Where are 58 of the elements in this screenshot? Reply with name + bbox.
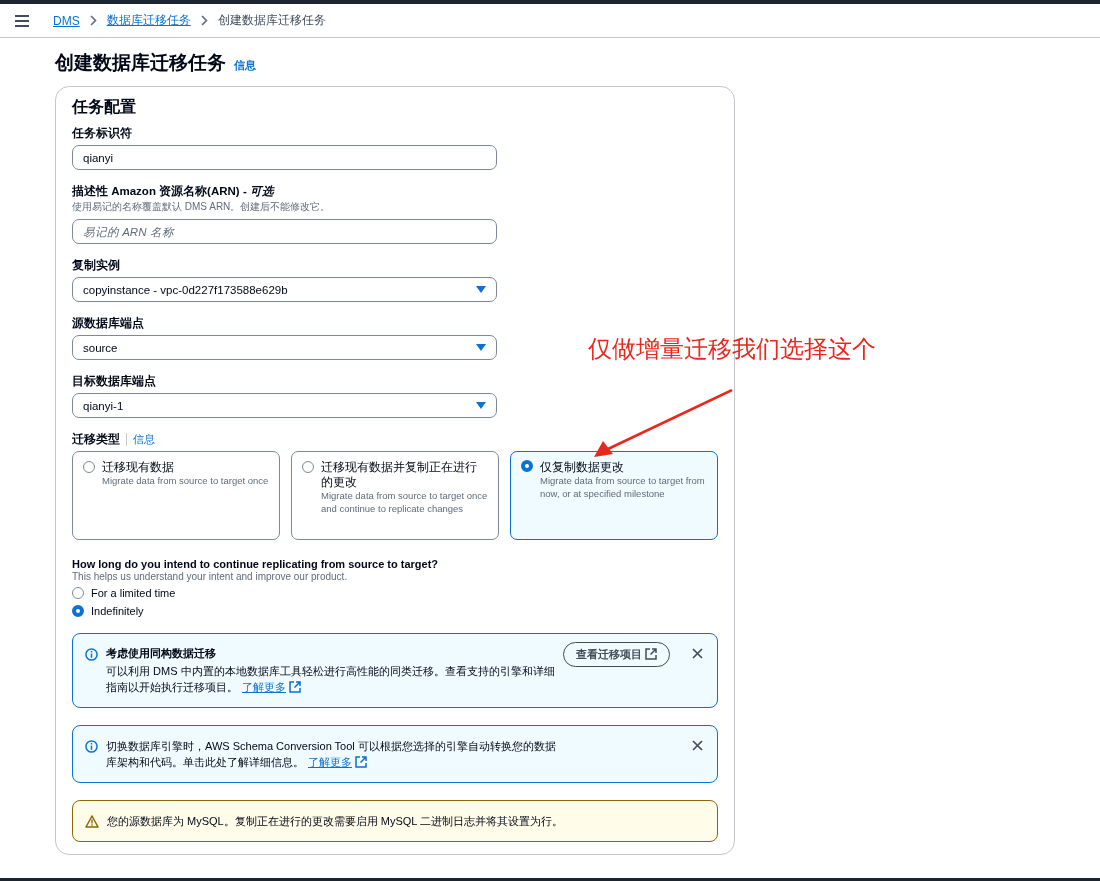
info-link[interactable]: 信息	[133, 432, 155, 447]
alert-title: 考虑使用同构数据迁移	[106, 646, 217, 661]
alert-text: 您的源数据库为 MySQL。复制正在进行的更改需要启用 MySQL 二进制日志并将其设置为行。	[107, 814, 565, 829]
input-field[interactable]: 易记的 ARN 名称	[72, 219, 497, 244]
radio-button	[521, 460, 533, 472]
learn-more-link[interactable]: 了解更多	[242, 681, 301, 693]
breadcrumb-link[interactable]: DMS	[53, 13, 80, 28]
radio-button	[83, 461, 95, 473]
question-label: How long do you intend to continue replicating from source to target?	[72, 558, 440, 570]
alert-text: 可以利用 DMS 中内置的本地数据库工具轻松进行高性能的同类迁移。查看支持的引擎和详细指南以开始执行迁移项目。 了解更多	[106, 664, 555, 695]
chevron-right-icon	[200, 15, 208, 26]
section-title: 任务配置	[72, 97, 137, 117]
learn-more-link[interactable]: 了解更多	[308, 756, 367, 768]
field-label: 目标数据库端点	[72, 374, 157, 389]
breadcrumb-link[interactable]: 数据库迁移任务	[106, 12, 191, 29]
field-description: 使用易记的名称覆盖默认 DMS ARN。创建后不能修改它。	[72, 200, 332, 214]
field-description: This helps us understand your intent and improve our product.	[72, 571, 349, 582]
caret-down-icon	[476, 402, 486, 409]
info-icon	[85, 648, 98, 661]
radio-tile[interactable]: 仅复制数据更改 Migrate data from source to target from now, or at specified milestone	[510, 451, 718, 540]
radio-label: Indefinitely	[91, 605, 144, 617]
option-title: 仅复制数据更改	[540, 460, 625, 475]
radio-tile[interactable]: 迁移现有数据 Migrate data from source to target once	[72, 451, 280, 540]
radio-tile[interactable]: 迁移现有数据并复制正在进行的更改 Migrate data from source to target once and continue to replicate changes	[291, 451, 499, 540]
external-link-icon	[645, 648, 657, 660]
annotation-text: 仅做增量迁移我们选择这个	[588, 334, 876, 364]
close-icon[interactable]	[692, 740, 703, 751]
option-title: 迁移现有数据	[102, 460, 175, 475]
option-description: Migrate data from source to target once	[102, 475, 269, 488]
radio-button[interactable]	[72, 605, 84, 617]
radio-button	[302, 461, 314, 473]
select-dropdown[interactable]: qianyi-1	[72, 393, 497, 418]
info-icon	[85, 740, 98, 753]
select-dropdown[interactable]: source	[72, 335, 497, 360]
info-link[interactable]: 信息	[234, 58, 256, 73]
option-description: Migrate data from source to target once and continue to replicate changes	[321, 490, 488, 515]
option-description: Migrate data from source to target from now, or at specified milestone	[540, 475, 706, 500]
field-label: 源数据库端点	[72, 316, 145, 331]
field-label: 任务标识符	[72, 126, 133, 141]
radio-button[interactable]	[72, 587, 84, 599]
external-link-icon	[355, 756, 367, 768]
breadcrumb-current: 创建数据库迁移任务	[217, 12, 326, 29]
caret-down-icon	[476, 286, 486, 293]
field-label: 迁移类型	[72, 432, 120, 447]
caret-down-icon	[476, 344, 486, 351]
close-icon[interactable]	[692, 648, 703, 659]
radio-label: For a limited time	[91, 587, 176, 599]
select-dropdown[interactable]: copyinstance - vpc-0d227f173588e629b	[72, 277, 497, 302]
menu-icon[interactable]	[15, 14, 29, 27]
chevron-right-icon	[89, 15, 97, 26]
alert-text: 切换数据库引擎时，AWS Schema Conversion Tool 可以根据您选择的引擎自动转换您的数据库架构和代码。单击此处了解详细信息。 了解更多	[106, 739, 556, 770]
external-link-icon	[289, 681, 301, 693]
page-title: 创建数据库迁移任务	[55, 51, 226, 75]
warning-icon	[85, 815, 99, 828]
input-field[interactable]: qianyi	[72, 145, 497, 170]
field-label: 复制实例	[72, 258, 121, 273]
option-title: 迁移现有数据并复制正在进行的更改	[321, 460, 478, 490]
field-label: 描述性 Amazon 资源名称(ARN) - 可选	[72, 184, 276, 199]
